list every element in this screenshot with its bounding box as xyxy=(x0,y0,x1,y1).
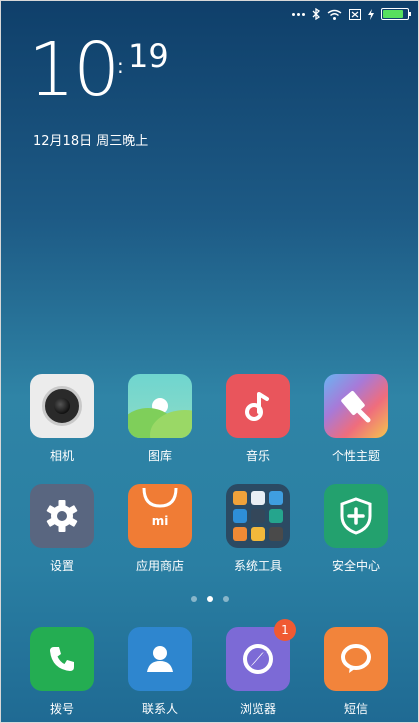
message-icon xyxy=(324,627,388,691)
app-label: 短信 xyxy=(343,702,368,716)
app-settings[interactable]: 设置 xyxy=(19,484,105,574)
page-dot[interactable] xyxy=(222,596,229,602)
no-sim-icon xyxy=(349,8,361,20)
app-security[interactable]: 安全中心 xyxy=(313,484,399,574)
page-dot[interactable] xyxy=(190,596,197,602)
theme-brush-icon xyxy=(324,374,388,438)
bluetooth-icon xyxy=(312,8,320,20)
app-label: 拨号 xyxy=(49,702,74,716)
app-label: 浏览器 xyxy=(239,702,276,716)
app-store[interactable]: mi 应用商店 xyxy=(117,484,203,574)
app-theme[interactable]: 个性主题 xyxy=(313,374,399,464)
page-dot[interactable] xyxy=(206,596,213,602)
app-label: 设置 xyxy=(49,559,74,573)
dock-contacts[interactable]: 联系人 xyxy=(117,627,203,717)
gear-icon xyxy=(30,484,94,548)
clock-hour: 10 xyxy=(28,27,120,113)
app-label: 系统工具 xyxy=(233,559,282,573)
phone-icon xyxy=(30,627,94,691)
app-label: 音乐 xyxy=(245,449,270,463)
app-folder-tools[interactable]: 系统工具 xyxy=(215,484,301,574)
shield-icon xyxy=(324,484,388,548)
app-label: 个性主题 xyxy=(331,449,380,463)
clock-colon: : xyxy=(117,54,124,78)
dock-phone[interactable]: 拨号 xyxy=(19,627,105,717)
charging-icon xyxy=(368,8,374,20)
dock-browser[interactable]: 1 浏览器 xyxy=(215,619,301,717)
status-bar xyxy=(292,6,411,22)
app-camera[interactable]: 相机 xyxy=(19,374,105,464)
shopping-bag-icon: mi xyxy=(128,484,192,548)
folder-icon xyxy=(226,484,290,548)
page-indicator[interactable] xyxy=(0,596,419,602)
gallery-icon xyxy=(128,374,192,438)
store-logo-text: mi xyxy=(151,514,169,528)
clock-minute: 19 xyxy=(128,37,169,75)
dock-sms[interactable]: 短信 xyxy=(313,627,399,717)
app-label: 图库 xyxy=(147,449,172,463)
app-label: 相机 xyxy=(49,449,74,463)
lockscreen-date: 12月18日 周三晚上 xyxy=(33,134,149,149)
music-note-icon xyxy=(226,374,290,438)
wifi-icon xyxy=(327,9,342,20)
camera-icon xyxy=(30,374,94,438)
lockscreen-clock: 10 : 19 xyxy=(28,27,169,113)
more-dots-icon xyxy=(292,12,305,16)
contact-icon xyxy=(128,627,192,691)
battery-icon xyxy=(381,8,411,20)
app-music[interactable]: 音乐 xyxy=(215,374,301,464)
app-label: 应用商店 xyxy=(135,559,184,573)
app-label: 安全中心 xyxy=(331,559,380,573)
notification-badge: 1 xyxy=(274,619,296,641)
app-label: 联系人 xyxy=(141,702,178,716)
app-gallery[interactable]: 图库 xyxy=(117,374,203,464)
